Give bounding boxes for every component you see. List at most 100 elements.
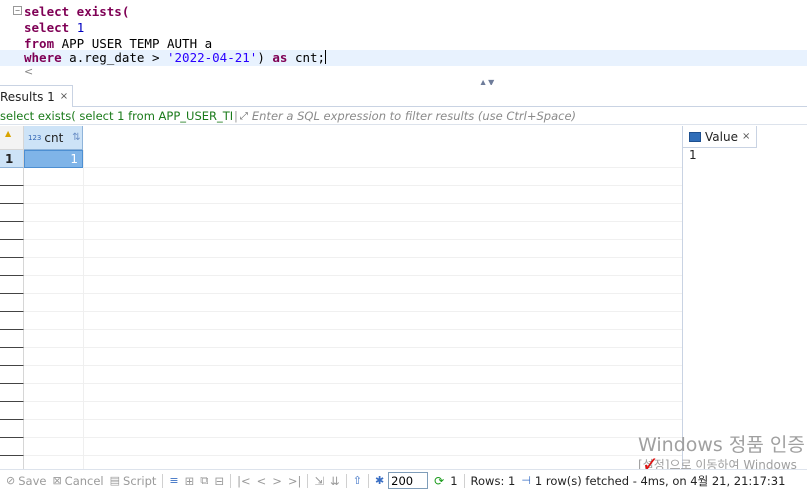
row-number-empty <box>0 258 24 276</box>
panel-toggle-icon[interactable]: ⊣ <box>521 474 531 487</box>
script-icon: ▤ <box>109 474 121 487</box>
toolbar-separator <box>162 473 164 488</box>
query-text: select exists( select 1 from APP_USER_TE… <box>0 109 232 123</box>
column-divider <box>83 150 84 469</box>
results-toolbar: ⊘ Save ⊠ Cancel ▤ Script ≡ ⊞ ⧉ ⊟ |< < > … <box>0 469 807 491</box>
value-panel: Value × 1 <box>682 126 807 469</box>
grid-row-line <box>24 150 682 168</box>
next-page-icon[interactable]: > <box>272 474 282 488</box>
row-number-empty <box>0 168 24 186</box>
value-content[interactable]: 1 <box>689 148 697 162</box>
cell-cnt[interactable]: 1 <box>24 150 83 168</box>
toolbar-separator <box>307 473 309 488</box>
row-number-empty <box>0 222 24 240</box>
row-number-empty <box>0 204 24 222</box>
activation-watermark-title: Windows 정품 인증 <box>638 434 805 456</box>
grid-row-line <box>24 312 682 330</box>
column-label: cnt <box>44 130 64 145</box>
grid-row-line <box>24 438 682 456</box>
grid-row-line <box>24 330 682 348</box>
row-number-empty <box>0 312 24 330</box>
row-number-empty <box>0 402 24 420</box>
fetch-next-icon[interactable]: ⇲ <box>314 474 324 488</box>
close-icon[interactable]: × <box>60 91 68 102</box>
grid-row-line <box>24 186 682 204</box>
fetch-all-icon[interactable]: ⇊ <box>330 474 340 488</box>
grid-row-line <box>24 294 682 312</box>
code-line-1: select exists( <box>24 4 130 19</box>
grid-row-line <box>24 384 682 402</box>
save-label: Save <box>18 473 47 488</box>
sql-editor[interactable]: − select exists( select 1 from APP_USER_… <box>0 0 807 77</box>
tab-label: Value <box>705 129 738 144</box>
add-row-icon[interactable]: ⊞ <box>185 474 195 488</box>
cancel-button[interactable]: ⊠ Cancel <box>52 474 103 488</box>
fold-toggle-icon[interactable]: − <box>13 6 22 15</box>
row-number-empty <box>0 384 24 402</box>
filter-bar: select exists( select 1 from APP_USER_TE… <box>0 108 807 125</box>
grid-corner[interactable]: ▲ <box>0 126 24 150</box>
results-tab-bar: Results 1 × <box>0 85 807 107</box>
fetch-status: 1 row(s) fetched - 4ms, on 4월 21, 21:17:… <box>534 473 786 488</box>
filter-expand-icon[interactable]: ⤢ <box>240 111 248 122</box>
row-number-empty <box>0 294 24 312</box>
toolbar-separator <box>367 473 369 488</box>
gear-icon[interactable]: ✱ <box>375 474 384 487</box>
grid-row-line <box>24 348 682 366</box>
grid-row-line <box>24 420 682 438</box>
row-number-empty <box>0 276 24 294</box>
tab-results-1[interactable]: Results 1 × <box>0 85 74 107</box>
cancel-label: Cancel <box>64 473 104 488</box>
row-number-empty <box>0 240 24 258</box>
row-header-icon: ▲ <box>5 129 12 138</box>
grid-row-line <box>24 222 682 240</box>
row-number-empty <box>0 366 24 384</box>
grid-row-line <box>24 168 682 186</box>
fetch-size-input[interactable] <box>388 472 429 489</box>
row-number[interactable]: 1 <box>0 150 24 168</box>
prev-page-icon[interactable]: < <box>257 474 267 488</box>
delete-row-icon[interactable]: ⊟ <box>214 474 224 488</box>
cancel-icon: ⊠ <box>52 474 62 487</box>
code-line-4: where a.reg_date > '2022-04-21') as cnt; <box>0 50 807 66</box>
grid-row-line <box>24 258 682 276</box>
edit-row-icon[interactable]: ≡ <box>169 474 178 487</box>
results-grid[interactable]: ▲ 123 cnt ⇅ 11 <box>0 126 682 469</box>
close-icon[interactable]: × <box>742 131 750 142</box>
value-panel-icon <box>689 131 701 142</box>
script-label: Script <box>123 473 157 488</box>
save-button[interactable]: ⊘ Save <box>6 474 46 488</box>
sort-filter-icon[interactable]: ⇅ <box>72 132 80 143</box>
toolbar-separator <box>463 473 465 488</box>
first-page-icon[interactable]: |< <box>237 474 251 488</box>
export-icon[interactable]: ⇧ <box>353 474 362 487</box>
grid-row-line <box>24 402 682 420</box>
numeric-type-icon: 123 <box>28 133 42 142</box>
row-number-empty <box>0 348 24 366</box>
tab-value[interactable]: Value × <box>683 126 758 148</box>
copy-row-icon[interactable]: ⧉ <box>200 473 208 488</box>
last-page-icon[interactable]: >| <box>288 474 302 488</box>
row-number-empty <box>0 456 24 469</box>
grid-row-line <box>24 240 682 258</box>
refresh-icon[interactable]: ⟳ <box>434 474 444 488</box>
tab-label: Results 1 <box>0 89 55 104</box>
save-icon: ⊘ <box>6 474 16 487</box>
column-header-cnt[interactable]: 123 cnt ⇅ <box>24 126 83 150</box>
scroll-left-icon[interactable]: < <box>24 66 33 77</box>
row-number-empty <box>0 186 24 204</box>
refresh-count: 1 <box>450 473 458 488</box>
code-line-2: select 1 <box>24 20 85 35</box>
filter-separator: | <box>234 109 238 123</box>
rows-count: Rows: 1 <box>470 473 516 488</box>
grid-row-line <box>24 204 682 222</box>
script-button[interactable]: ▤ Script <box>110 474 157 488</box>
filter-input[interactable]: Enter a SQL expression to filter results… <box>252 109 576 123</box>
grid-row-line <box>24 366 682 384</box>
toolbar-separator <box>230 473 232 488</box>
grid-row-line <box>24 456 682 469</box>
row-number-empty <box>0 330 24 348</box>
text-caret <box>325 50 327 64</box>
toolbar-separator <box>345 473 347 488</box>
row-number-empty <box>0 438 24 456</box>
